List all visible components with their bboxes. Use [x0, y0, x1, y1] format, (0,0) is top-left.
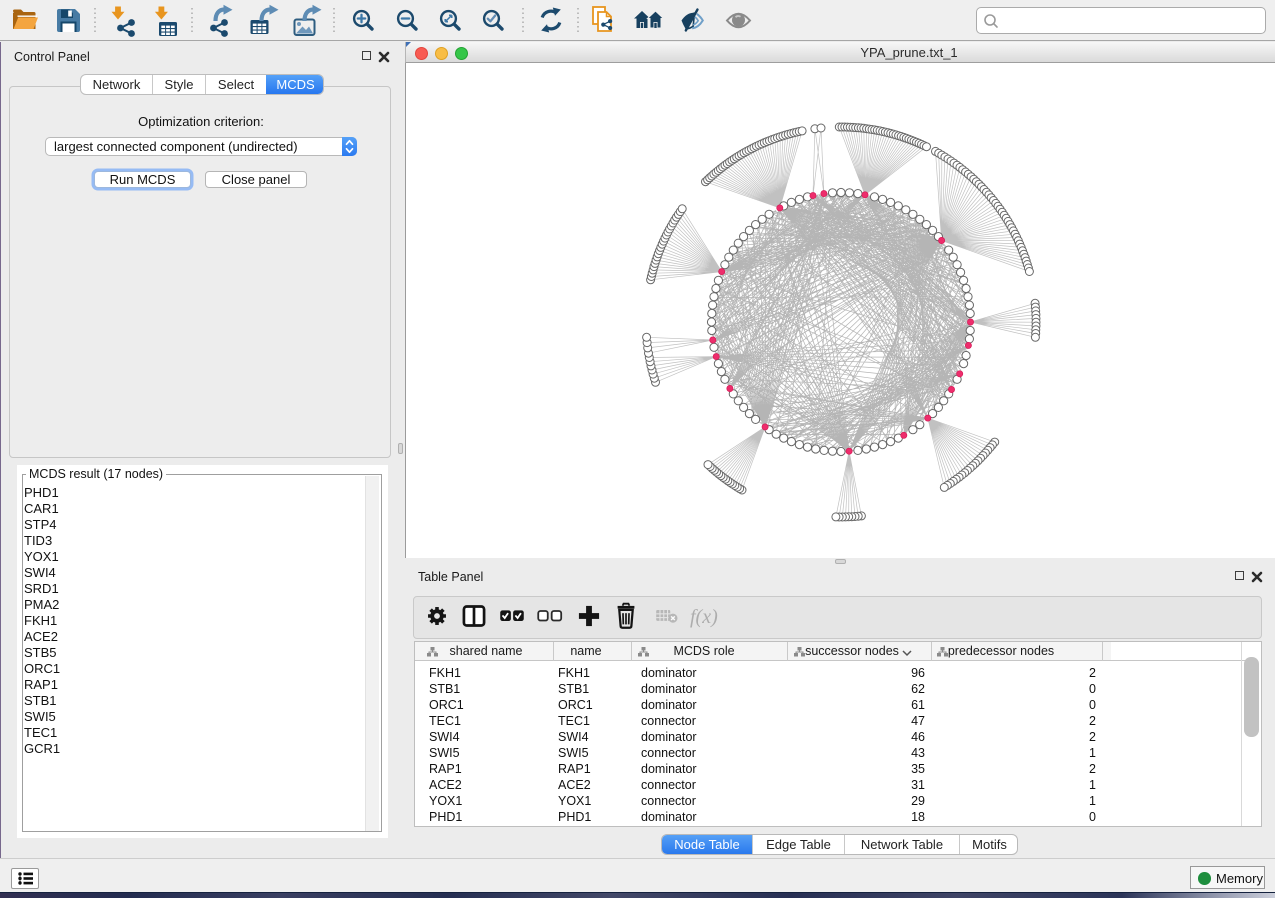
svg-text:f(x): f(x) [690, 606, 718, 628]
